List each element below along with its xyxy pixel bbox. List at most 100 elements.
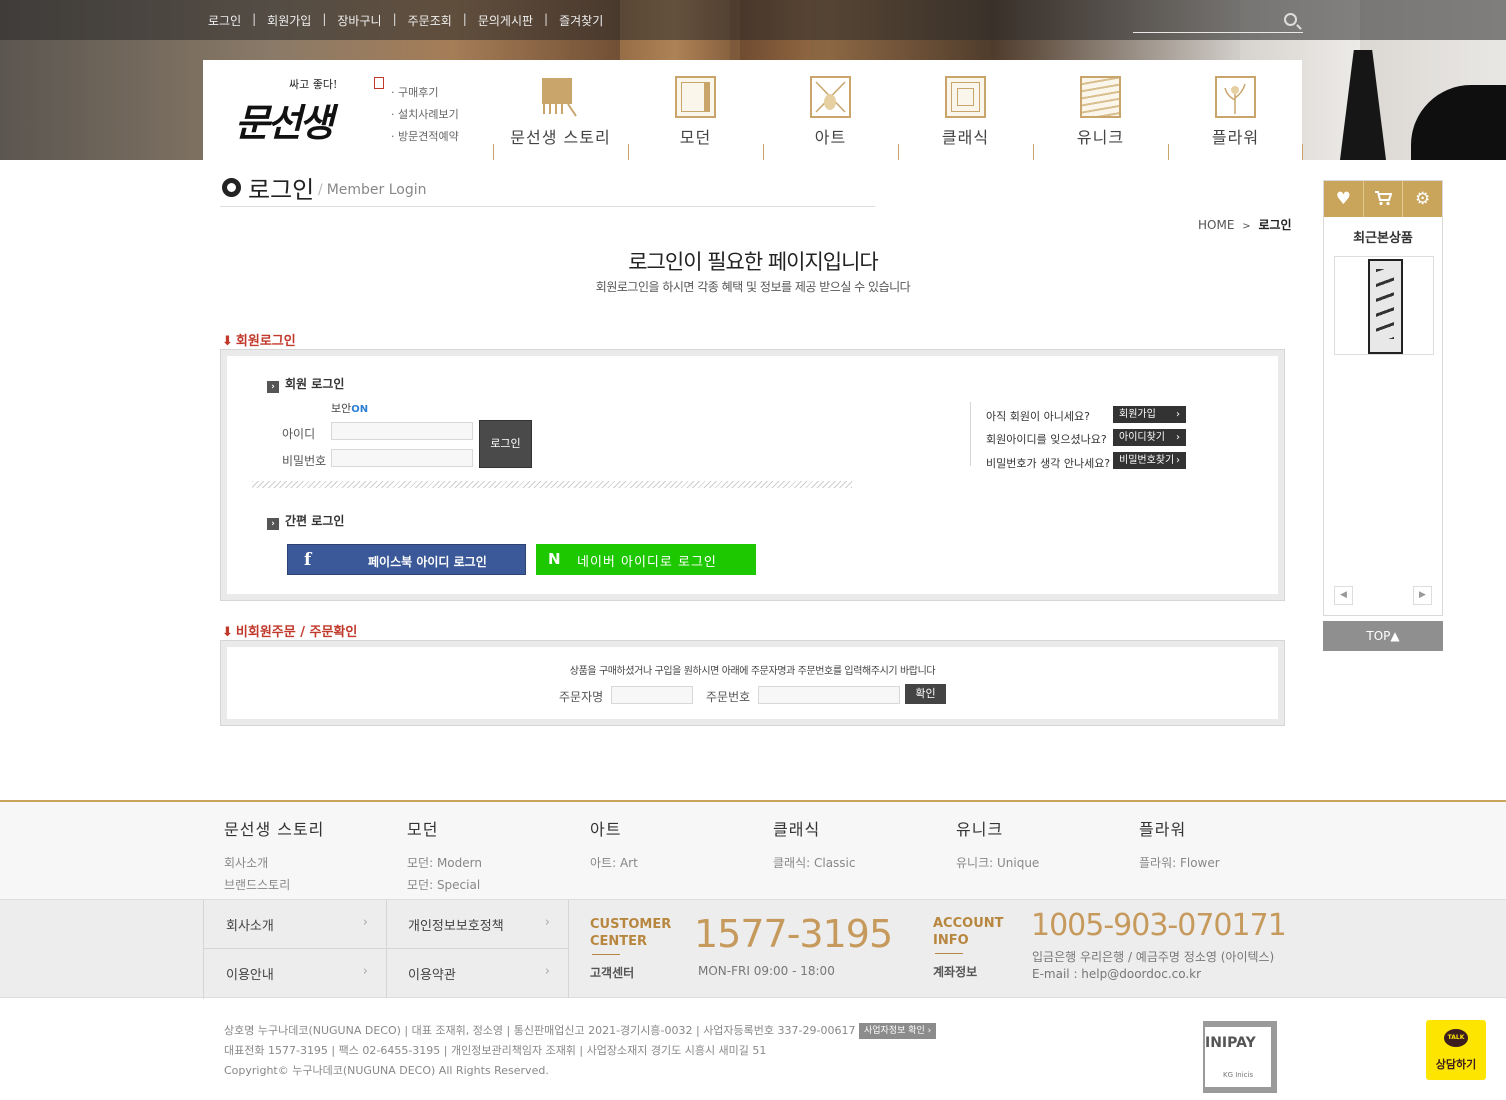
join-button[interactable]: 회원가입 › (1113, 406, 1186, 423)
account-number: 1005-903-070171 (1031, 908, 1287, 943)
divider (252, 481, 852, 488)
next-arrow-icon[interactable]: ▶ (1413, 586, 1432, 605)
brand-logo[interactable]: 싸고 좋다! 문선생 (233, 74, 384, 145)
orderer-input[interactable] (611, 686, 693, 704)
login-button[interactable]: 로그인 (479, 420, 532, 468)
category-unique[interactable]: 유니크 (1033, 60, 1168, 160)
chevron-right-icon: › (267, 381, 279, 393)
cart-icon[interactable] (1364, 181, 1404, 217)
footer-info: 회사소개 › 개인정보보호정책 › 이용안내 › 이용약관 › CUSTOMER CENT… (0, 899, 1506, 999)
topnav-cart[interactable]: 장바구니 (337, 12, 381, 29)
unique-icon (1080, 76, 1121, 118)
secure-toggle[interactable]: 보안ON (331, 400, 368, 416)
story-icon (540, 76, 581, 118)
guest-order-section-label: ⬇ 비회원주문 / 주문확인 (222, 625, 358, 640)
vase-decoration (1411, 85, 1506, 160)
login-required-headline: 로그인이 필요한 페이지입니다 (628, 250, 879, 274)
inipay-logo: INIPAY KG Inicis (1203, 1021, 1277, 1093)
breadcrumb-home[interactable]: HOME (1198, 218, 1234, 232)
category-classic[interactable]: 클래식 (898, 60, 1033, 160)
find-password-button[interactable]: 비밀번호찾기 › (1113, 452, 1186, 469)
business-info: 상호명 누구나데코(NUGUNA DECO) | 대표 조재휘, 정소영 | 통… (224, 1021, 937, 1081)
account-info-label: ACCOUNT INFO (933, 916, 1004, 948)
help-find-id-question: 회원아이디를 잊으셨나요? (986, 433, 1107, 446)
chevron-right-icon: › (1176, 455, 1180, 466)
footer-link-terms[interactable]: 이용약관 › (386, 949, 569, 998)
heart-icon[interactable]: ♥ (1324, 181, 1364, 217)
footer-link-company[interactable]: 회사소개 › (204, 900, 387, 949)
modern-icon (675, 76, 716, 118)
chevron-right-icon: › (362, 915, 368, 930)
topnav-join[interactable]: 회원가입 (267, 12, 311, 29)
quicklink-cases[interactable]: · 설치사례보기 (391, 104, 459, 126)
sidebar-tabs: ♥ ⚙ (1324, 181, 1442, 217)
password-input[interactable] (331, 449, 473, 467)
naver-icon: N (548, 550, 561, 568)
topnav-board[interactable]: 문의게시판 (478, 12, 533, 29)
search-input[interactable] (1133, 11, 1303, 33)
category-flower[interactable]: 플라워 (1168, 60, 1303, 160)
member-login-section-label: ⬇ 회원로그인 (222, 334, 296, 349)
footer-cat-flower: 플라워 플라워: Flower (1139, 820, 1220, 870)
recent-product-thumbnail[interactable] (1334, 256, 1434, 355)
help-find-pw-question: 비밀번호가 생각 안나세요? (986, 457, 1111, 470)
category-nav: 문선생 스토리 모던 아트 클래식 유니크 플라워 (493, 60, 1303, 160)
brand-slogan: 싸고 좋다! (289, 78, 338, 91)
guest-order-box: 상품을 구매하셨거나 구입을 원하시면 아래에 주문자명과 주문번호를 입력해주… (220, 640, 1285, 726)
chevron-right-icon: › (544, 915, 550, 930)
quick-sidebar: ♥ ⚙ 최근본상품 ◀ ▶ (1323, 180, 1443, 616)
naver-login-button[interactable]: N 네이버 아이디로 로그인 (536, 544, 756, 575)
footer-link-privacy[interactable]: 개인정보보호정책 › (386, 900, 569, 949)
member-login-subtitle: › 회원 로그인 (267, 375, 344, 393)
header: 싸고 좋다! 문선생 · 구매후기 · 설치사례보기 · 방문견적예약 문선생 … (203, 60, 1303, 160)
id-label: 아이디 (282, 427, 316, 441)
customer-hours: MON-FRI 09:00 - 18:00 (698, 964, 835, 978)
category-story[interactable]: 문선생 스토리 (493, 60, 628, 160)
topnav-order-lookup[interactable]: 주문조회 (408, 12, 452, 29)
quick-links: · 구매후기 · 설치사례보기 · 방문견적예약 (391, 82, 459, 148)
member-login-box: › 회원 로그인 보안ON 아이디 비밀번호 로그인 › 간편 로그인 f 페이스북… (220, 349, 1285, 601)
account-info-ko: 계좌정보 (933, 965, 978, 979)
footer-link-guide[interactable]: 이용안내 › (204, 949, 387, 998)
prev-arrow-icon[interactable]: ◀ (1334, 586, 1353, 605)
facebook-icon: f (304, 550, 312, 570)
gear-icon[interactable]: ⚙ (1403, 181, 1442, 217)
chevron-right-icon: › (1176, 432, 1180, 443)
quicklink-visit[interactable]: · 방문견적예약 (391, 126, 459, 148)
guest-order-message: 상품을 구매하셨거나 구입을 원하시면 아래에 주문자명과 주문번호를 입력해주… (569, 666, 936, 677)
footer-cat-modern: 모던 모던: Modern 모던: Special (407, 820, 482, 892)
seal-icon (374, 77, 384, 89)
topnav-bookmark[interactable]: 즐겨찾기 (559, 12, 603, 29)
order-number-input[interactable] (758, 686, 900, 704)
title-bullet-icon (222, 178, 241, 197)
kakao-talk-icon: TALK (1444, 1029, 1468, 1047)
quicklink-reviews[interactable]: · 구매후기 (391, 82, 459, 104)
page-title: 로그인 / Member Login (220, 170, 875, 207)
top-button[interactable]: TOP▲ (1323, 621, 1443, 651)
find-id-button[interactable]: 아이디찾기 › (1113, 429, 1186, 446)
chevron-right-icon: › (544, 964, 550, 979)
chevron-right-icon: › (362, 964, 368, 979)
kakao-talk-button[interactable]: TALK 상담하기 (1426, 1020, 1486, 1080)
topnav-login[interactable]: 로그인 (208, 12, 241, 29)
brand-name: 문선생 (235, 100, 334, 145)
chevron-right-icon: › (267, 518, 279, 530)
confirm-button[interactable]: 확인 (905, 684, 946, 704)
customer-center-label: CUSTOMER CENTER (590, 917, 672, 949)
id-input[interactable] (331, 422, 473, 440)
orderer-label: 주문자명 (559, 690, 604, 704)
flower-icon (1215, 76, 1256, 118)
business-info-button[interactable]: 사업자정보 확인 › (858, 1023, 937, 1039)
customer-phone: 1577-3195 (694, 912, 893, 956)
category-modern[interactable]: 모던 (628, 60, 763, 160)
category-art[interactable]: 아트 (763, 60, 898, 160)
search-icon[interactable] (1284, 13, 1297, 26)
top-nav: 로그인 | 회원가입 | 장바구니 | 주문조회 | 문의게시판 | 즐겨찾기 (208, 12, 604, 29)
footer-cat-classic: 클래식 클래식: Classic (773, 820, 856, 870)
facebook-login-button[interactable]: f 페이스북 아이디 로그인 (287, 544, 526, 575)
help-join-question: 아직 회원이 아니세요? (986, 410, 1090, 423)
footer-categories: 문선생 스토리 회사소개 브랜드스토리 모던 모던: Modern 모던: Sp… (0, 800, 1506, 899)
footer-cat-art: 아트 아트: Art (590, 820, 638, 870)
help-divider (970, 402, 971, 466)
login-required-subline: 회원로그인을 하시면 각종 혜택 및 정보를 제공 받으실 수 있습니다 (595, 280, 911, 294)
